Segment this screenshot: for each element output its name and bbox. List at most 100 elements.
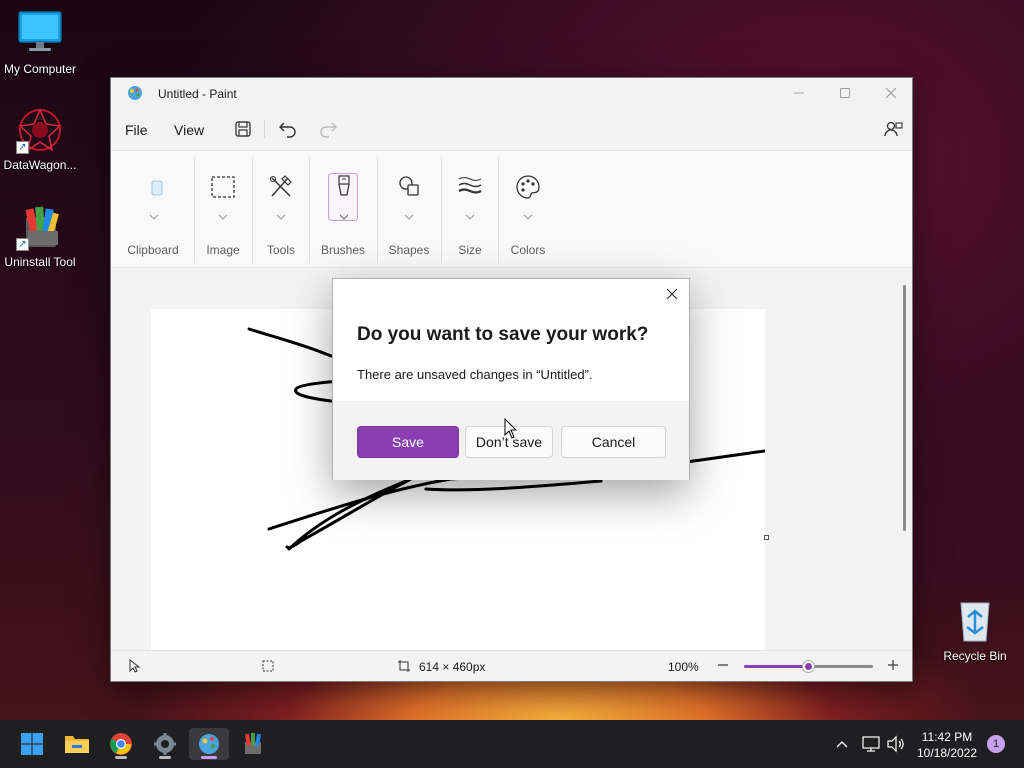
start-button[interactable] bbox=[12, 728, 52, 760]
brush-icon bbox=[330, 173, 358, 201]
zoom-slider-fill bbox=[744, 665, 809, 668]
dialog-close-button[interactable] bbox=[663, 285, 681, 303]
toolbar-divider bbox=[264, 120, 265, 138]
notification-badge[interactable]: 1 bbox=[987, 735, 1005, 753]
save-dialog: Do you want to save your work? There are… bbox=[332, 278, 690, 480]
group-clipboard[interactable]: Clipboard bbox=[119, 151, 187, 269]
zoom-label: 100% bbox=[668, 660, 699, 674]
mouse-cursor-icon bbox=[504, 417, 518, 440]
shapes-icon bbox=[395, 173, 423, 201]
group-size[interactable]: Size bbox=[443, 151, 497, 269]
account-icon[interactable] bbox=[883, 119, 903, 139]
taskbar-uninstall-tool[interactable] bbox=[233, 728, 273, 760]
group-label: Clipboard bbox=[127, 243, 179, 257]
size-icon bbox=[456, 173, 484, 201]
chevron-down-icon bbox=[339, 207, 349, 220]
menu-file[interactable]: File bbox=[125, 122, 148, 138]
close-icon bbox=[666, 288, 678, 300]
group-label: Colors bbox=[510, 243, 546, 257]
zoom-slider-thumb[interactable] bbox=[802, 661, 814, 672]
recycle-bin-icon bbox=[951, 597, 999, 645]
desktop-icon-recycle-bin[interactable]: Recycle Bin bbox=[935, 597, 1015, 663]
group-label: Image bbox=[206, 243, 240, 257]
taskbar-clock[interactable]: 11:42 PM 10/18/2022 bbox=[912, 729, 982, 761]
desktop-icon-my-computer[interactable]: My Computer bbox=[0, 10, 80, 76]
canvas-size-icon bbox=[397, 659, 411, 676]
save-icon[interactable] bbox=[233, 119, 253, 139]
dialog-footer: Save Don’t save Cancel bbox=[333, 401, 689, 480]
zoom-in-button[interactable] bbox=[887, 658, 899, 675]
ribbon-separator bbox=[252, 157, 253, 263]
ribbon: Clipboard Image Tools Brushes Shapes Siz… bbox=[111, 150, 912, 268]
taskbar-chrome[interactable] bbox=[101, 728, 141, 760]
title-bar[interactable]: Untitled - Paint bbox=[111, 78, 912, 110]
dialog-message: There are unsaved changes in “Untitled”. bbox=[357, 367, 593, 382]
ribbon-separator bbox=[441, 157, 442, 263]
vertical-scrollbar[interactable] bbox=[903, 285, 906, 531]
datawagon-icon: ↗ bbox=[16, 106, 64, 154]
dialog-title: Do you want to save your work? bbox=[357, 324, 649, 345]
canvas-resize-handle[interactable] bbox=[764, 535, 769, 540]
shortcut-arrow-icon: ↗ bbox=[16, 141, 29, 154]
zoom-slider[interactable] bbox=[744, 661, 873, 672]
menu-bar: File View bbox=[111, 110, 912, 148]
canvas-size-label: 614 × 460px bbox=[419, 660, 486, 674]
window-title: Untitled - Paint bbox=[158, 87, 237, 101]
running-indicator bbox=[159, 756, 171, 759]
group-label: Shapes bbox=[388, 243, 430, 257]
active-indicator bbox=[201, 756, 217, 759]
zoom-out-button[interactable] bbox=[717, 658, 729, 675]
desktop-icon-datawagon[interactable]: ↗ DataWagon... bbox=[0, 106, 80, 172]
taskbar-settings[interactable] bbox=[145, 728, 185, 760]
group-tools[interactable]: Tools bbox=[254, 151, 308, 269]
volume-icon[interactable] bbox=[886, 734, 906, 754]
settings-icon bbox=[154, 733, 176, 755]
selection-icon bbox=[209, 173, 237, 201]
chrome-icon bbox=[110, 733, 132, 755]
uninstall-tool-icon: ↗ bbox=[16, 203, 64, 251]
chevron-down-icon bbox=[465, 207, 475, 220]
cancel-button[interactable]: Cancel bbox=[561, 426, 666, 458]
desktop-icon-label: Recycle Bin bbox=[943, 649, 1007, 663]
maximize-button[interactable] bbox=[822, 78, 868, 108]
chevron-down-icon bbox=[523, 207, 533, 220]
save-button[interactable]: Save bbox=[357, 426, 459, 458]
clipboard-icon bbox=[143, 173, 171, 201]
chevron-down-icon bbox=[218, 207, 228, 220]
group-brushes[interactable]: Brushes bbox=[311, 151, 375, 269]
palette-icon bbox=[514, 173, 542, 201]
group-colors[interactable]: Colors bbox=[500, 151, 556, 269]
ribbon-separator bbox=[377, 157, 378, 263]
group-label: Brushes bbox=[320, 243, 366, 257]
chevron-down-icon bbox=[149, 207, 159, 220]
file-explorer-icon bbox=[65, 736, 89, 753]
undo-icon[interactable] bbox=[278, 119, 298, 139]
running-indicator bbox=[115, 756, 127, 759]
taskbar-file-explorer[interactable] bbox=[57, 728, 97, 760]
ribbon-separator bbox=[309, 157, 310, 263]
chevron-up-icon[interactable] bbox=[835, 734, 855, 754]
paint-icon bbox=[199, 734, 219, 754]
desktop-icon-uninstall-tool[interactable]: ↗ Uninstall Tool bbox=[0, 203, 80, 269]
tools-icon bbox=[267, 173, 295, 201]
group-label: Tools bbox=[266, 243, 295, 257]
clock-time: 11:42 PM bbox=[921, 730, 973, 744]
group-shapes[interactable]: Shapes bbox=[379, 151, 439, 269]
taskbar: 11:42 PM 10/18/2022 bbox=[0, 720, 1024, 768]
start-icon bbox=[21, 733, 43, 755]
minimize-button[interactable] bbox=[776, 78, 822, 108]
shortcut-arrow-icon: ↗ bbox=[16, 238, 29, 251]
desktop-icon-label: My Computer bbox=[3, 62, 77, 76]
uninstall-tool-icon bbox=[244, 733, 262, 754]
redo-icon[interactable] bbox=[318, 119, 338, 139]
close-window-button[interactable] bbox=[868, 78, 914, 108]
ribbon-separator bbox=[194, 157, 195, 263]
status-bar: 614 × 460px 100% bbox=[111, 650, 912, 681]
menu-view[interactable]: View bbox=[174, 122, 204, 138]
chevron-down-icon bbox=[276, 207, 286, 220]
clock-date: 10/18/2022 bbox=[916, 746, 978, 760]
taskbar-paint[interactable] bbox=[189, 728, 229, 760]
group-image[interactable]: Image bbox=[196, 151, 250, 269]
network-icon[interactable] bbox=[861, 734, 881, 754]
selection-size-icon bbox=[261, 659, 275, 676]
